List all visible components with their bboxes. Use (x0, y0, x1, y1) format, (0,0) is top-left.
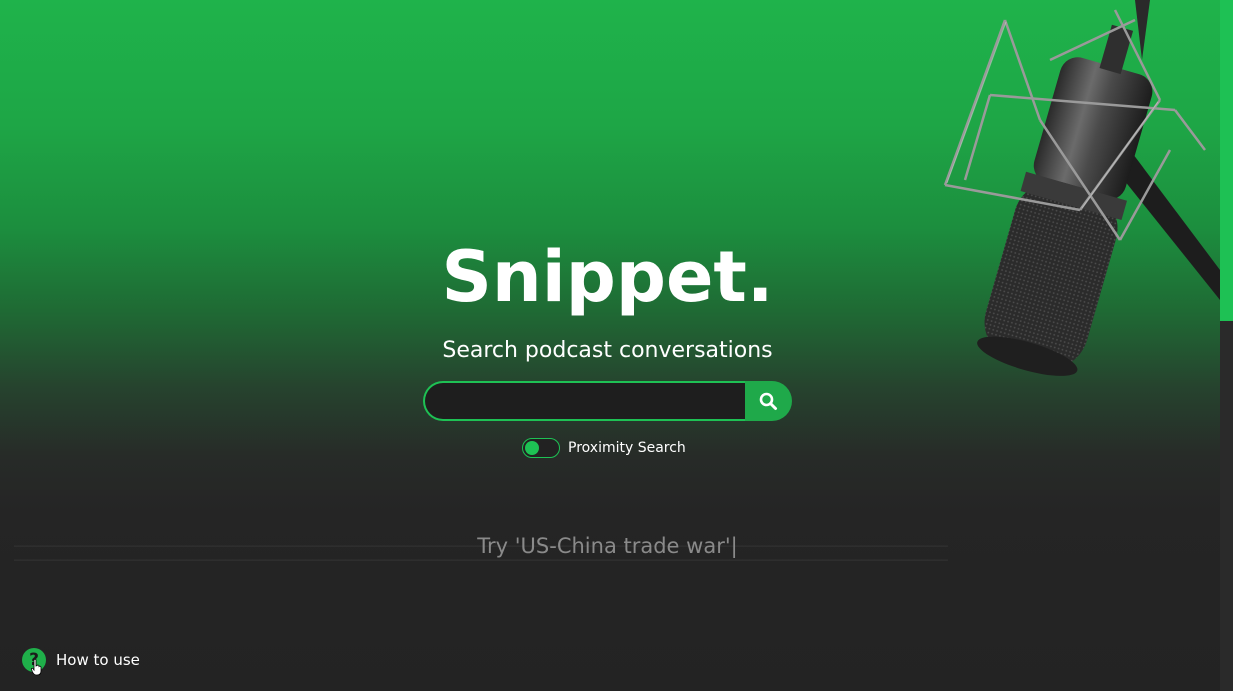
search-suggestion: Try 'US-China trade war'| (477, 534, 738, 558)
search-button[interactable] (745, 381, 792, 421)
search-icon (759, 392, 777, 410)
app-subtitle: Search podcast conversations (442, 338, 773, 363)
search-input[interactable] (439, 383, 743, 421)
app-title: Snippet. (441, 236, 774, 318)
scrollbar[interactable] (1220, 0, 1233, 691)
toggle-knob (525, 441, 539, 455)
proximity-search-option: Proximity Search (522, 437, 722, 459)
how-to-use-label[interactable]: How to use (56, 650, 140, 670)
search-field[interactable] (423, 381, 747, 421)
hand-cursor-icon (31, 659, 42, 676)
scrollbar-thumb[interactable] (1220, 0, 1233, 321)
how-to-use-button[interactable]: ? How to use (22, 648, 162, 674)
proximity-search-label: Proximity Search (568, 440, 686, 456)
microphone-image (930, 0, 1220, 390)
proximity-search-toggle[interactable] (522, 438, 560, 458)
